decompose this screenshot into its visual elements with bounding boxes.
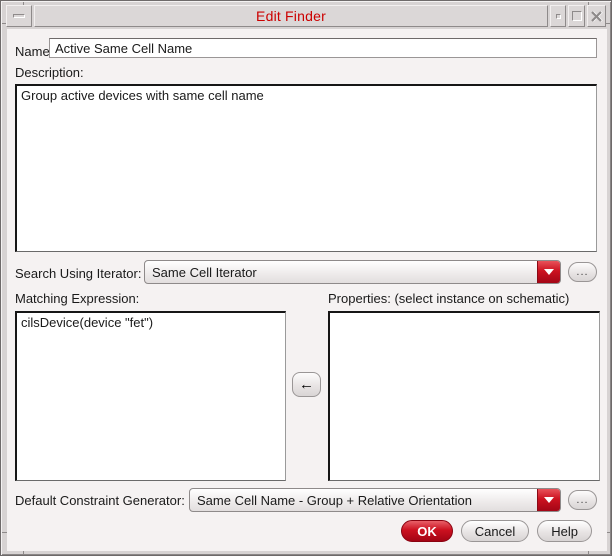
generator-dropdown-arrow-button[interactable] (537, 489, 560, 511)
generator-label: Default Constraint Generator: (15, 493, 185, 508)
transfer-left-button[interactable]: ← (292, 372, 321, 397)
left-arrow-icon: ← (299, 376, 314, 393)
window-menu-button[interactable] (6, 5, 32, 27)
chevron-down-icon (544, 497, 554, 503)
window-titlebar[interactable]: Edit Finder (34, 5, 548, 27)
window-menu-dash-icon (13, 14, 25, 18)
help-button[interactable]: Help (537, 520, 592, 542)
description-textarea[interactable]: Group active devices with same cell name (15, 84, 597, 252)
generator-dropdown-value: Same Cell Name - Group + Relative Orient… (197, 493, 472, 508)
matching-expression-textarea[interactable]: cilsDevice(device "fet") (15, 311, 286, 481)
description-label: Description: (15, 65, 84, 80)
window-maximize-button[interactable] (568, 5, 585, 27)
properties-label: Properties: (select instance on schemati… (328, 291, 570, 306)
iterator-dropdown-arrow-button[interactable] (537, 261, 560, 283)
window-close-button[interactable] (587, 5, 606, 27)
name-input[interactable] (49, 38, 597, 58)
cancel-button[interactable]: Cancel (460, 520, 530, 542)
generator-browse-button[interactable]: ... (568, 490, 597, 510)
dialog-content: Name: Description: Group active devices … (7, 29, 607, 551)
titlebar-row: Edit Finder (6, 5, 606, 27)
iterator-label: Search Using Iterator: (15, 266, 142, 281)
edit-finder-window: Edit Finder Name: Description: Group act… (0, 0, 612, 556)
iterator-browse-button[interactable]: ... (568, 262, 597, 282)
maximize-icon (571, 11, 582, 21)
window-title: Edit Finder (256, 8, 326, 24)
name-label: Name: (15, 44, 54, 59)
footer-buttons: OK Cancel Help (401, 520, 592, 542)
close-x-icon (591, 10, 603, 22)
iterator-dropdown[interactable]: Same Cell Iterator (144, 260, 561, 284)
matching-expression-label: Matching Expression: (15, 291, 140, 306)
window-minimize-button[interactable] (550, 5, 566, 27)
generator-dropdown[interactable]: Same Cell Name - Group + Relative Orient… (189, 488, 561, 512)
chevron-down-icon (544, 269, 554, 275)
iterator-dropdown-value: Same Cell Iterator (152, 265, 257, 280)
ok-button[interactable]: OK (401, 520, 453, 542)
properties-textarea[interactable] (328, 311, 600, 481)
minimize-icon (555, 13, 561, 19)
